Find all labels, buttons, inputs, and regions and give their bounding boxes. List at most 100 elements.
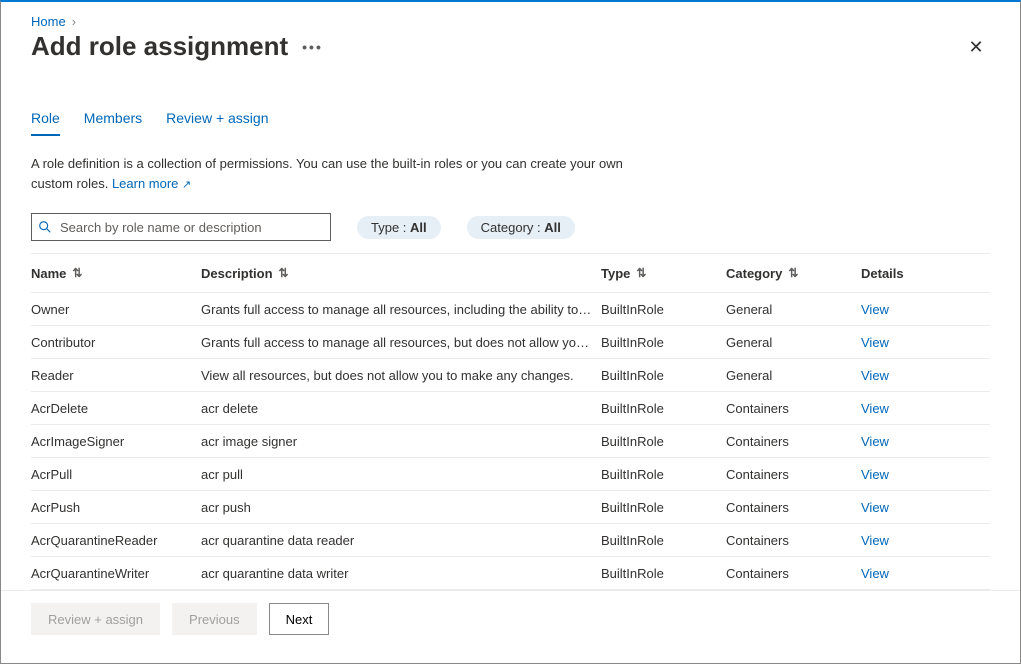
cell-type: BuiltInRole <box>601 467 726 482</box>
learn-more-text: Learn more <box>112 176 178 191</box>
table-row[interactable]: AcrQuarantineReaderacr quarantine data r… <box>31 524 990 557</box>
filter-type-label: Type : <box>371 220 410 235</box>
cell-type: BuiltInRole <box>601 401 726 416</box>
cell-name: AcrQuarantineWriter <box>31 566 201 581</box>
table-row[interactable]: AcrDeleteacr deleteBuiltInRoleContainers… <box>31 392 990 425</box>
page-title: Add role assignment ••• <box>31 31 323 62</box>
filter-pill-type[interactable]: Type : All <box>357 216 441 239</box>
more-actions-icon[interactable]: ••• <box>302 39 323 55</box>
roles-table: Name ⇅ Description ⇅ Type ⇅ Category ⇅ <box>31 253 990 590</box>
col-header-name[interactable]: Name ⇅ <box>31 266 201 281</box>
next-button[interactable]: Next <box>269 603 330 635</box>
cell-description: Grants full access to manage all resourc… <box>201 302 601 317</box>
tab-review-assign[interactable]: Review + assign <box>166 106 268 136</box>
cell-name: Reader <box>31 368 201 383</box>
filter-row: Type : All Category : All <box>31 213 990 241</box>
cell-category: Containers <box>726 500 861 515</box>
footer-action-bar: Review + assign Previous Next <box>1 590 1020 647</box>
sort-icon: ⇅ <box>72 266 82 280</box>
cell-name: AcrPull <box>31 467 201 482</box>
table-row[interactable]: OwnerGrants full access to manage all re… <box>31 293 990 326</box>
page-title-text: Add role assignment <box>31 31 288 62</box>
cell-name: AcrImageSigner <box>31 434 201 449</box>
filter-pill-category[interactable]: Category : All <box>467 216 575 239</box>
search-input[interactable] <box>58 219 324 236</box>
view-link[interactable]: View <box>861 533 961 548</box>
external-link-icon: ↗ <box>182 179 191 191</box>
tab-role[interactable]: Role <box>31 106 60 136</box>
cell-category: General <box>726 368 861 383</box>
col-header-category-text: Category <box>726 266 782 281</box>
cell-description: View all resources, but does not allow y… <box>201 368 601 383</box>
tab-bar: Role Members Review + assign <box>31 106 990 136</box>
filter-type-value: All <box>410 220 427 235</box>
cell-name: Owner <box>31 302 201 317</box>
cell-category: Containers <box>726 401 861 416</box>
cell-name: AcrDelete <box>31 401 201 416</box>
horizontal-scrollbar[interactable] <box>1 647 1020 663</box>
sort-icon: ⇅ <box>788 266 798 280</box>
content-area: Home › Add role assignment ••• ✕ Role Me… <box>1 2 1020 590</box>
cell-description: acr quarantine data writer <box>201 566 601 581</box>
table-row[interactable]: AcrPushacr pushBuiltInRoleContainersView <box>31 491 990 524</box>
col-header-description[interactable]: Description ⇅ <box>201 266 601 281</box>
cell-category: Containers <box>726 434 861 449</box>
main-scroll-area[interactable]: Home › Add role assignment ••• ✕ Role Me… <box>1 2 1020 590</box>
view-link[interactable]: View <box>861 401 961 416</box>
table-row[interactable]: AcrImageSigneracr image signerBuiltInRol… <box>31 425 990 458</box>
view-link[interactable]: View <box>861 434 961 449</box>
col-header-description-text: Description <box>201 266 273 281</box>
cell-description: acr image signer <box>201 434 601 449</box>
cell-type: BuiltInRole <box>601 302 726 317</box>
breadcrumb-home[interactable]: Home <box>31 14 66 29</box>
description-block: A role definition is a collection of per… <box>31 154 651 193</box>
cell-category: General <box>726 302 861 317</box>
table-row[interactable]: AcrPullacr pullBuiltInRoleContainersView <box>31 458 990 491</box>
cell-description: Grants full access to manage all resourc… <box>201 335 601 350</box>
cell-category: Containers <box>726 533 861 548</box>
cell-type: BuiltInRole <box>601 533 726 548</box>
col-header-type-text: Type <box>601 266 630 281</box>
cell-category: General <box>726 335 861 350</box>
col-header-category[interactable]: Category ⇅ <box>726 266 861 281</box>
cell-description: acr push <box>201 500 601 515</box>
table-row[interactable]: AcrQuarantineWriteracr quarantine data w… <box>31 557 990 590</box>
cell-name: AcrPush <box>31 500 201 515</box>
view-link[interactable]: View <box>861 467 961 482</box>
cell-type: BuiltInRole <box>601 335 726 350</box>
close-button[interactable]: ✕ <box>962 34 990 62</box>
search-box[interactable] <box>31 213 331 241</box>
filter-category-label: Category : <box>481 220 545 235</box>
view-link[interactable]: View <box>861 302 961 317</box>
view-link[interactable]: View <box>861 335 961 350</box>
cell-description: acr delete <box>201 401 601 416</box>
review-assign-button: Review + assign <box>31 603 160 635</box>
learn-more-link[interactable]: Learn more ↗ <box>112 176 191 191</box>
table-row[interactable]: ContributorGrants full access to manage … <box>31 326 990 359</box>
cell-type: BuiltInRole <box>601 500 726 515</box>
cell-category: Containers <box>726 467 861 482</box>
sort-icon: ⇅ <box>636 266 646 280</box>
tab-members[interactable]: Members <box>84 106 142 136</box>
filter-category-value: All <box>544 220 561 235</box>
cell-type: BuiltInRole <box>601 368 726 383</box>
cell-description: acr pull <box>201 467 601 482</box>
view-link[interactable]: View <box>861 500 961 515</box>
view-link[interactable]: View <box>861 566 961 581</box>
cell-category: Containers <box>726 566 861 581</box>
view-link[interactable]: View <box>861 368 961 383</box>
page-frame: Home › Add role assignment ••• ✕ Role Me… <box>0 0 1021 664</box>
cell-description: acr quarantine data reader <box>201 533 601 548</box>
title-row: Add role assignment ••• ✕ <box>31 31 990 70</box>
table-body: OwnerGrants full access to manage all re… <box>31 293 990 590</box>
sort-icon: ⇅ <box>279 266 289 280</box>
previous-button: Previous <box>172 603 257 635</box>
cell-type: BuiltInRole <box>601 434 726 449</box>
header-spacer <box>31 70 990 106</box>
col-header-type[interactable]: Type ⇅ <box>601 266 726 281</box>
breadcrumb: Home › <box>31 10 990 31</box>
cell-name: AcrQuarantineReader <box>31 533 201 548</box>
search-icon <box>38 220 52 234</box>
table-row[interactable]: ReaderView all resources, but does not a… <box>31 359 990 392</box>
chevron-right-icon: › <box>72 14 76 29</box>
